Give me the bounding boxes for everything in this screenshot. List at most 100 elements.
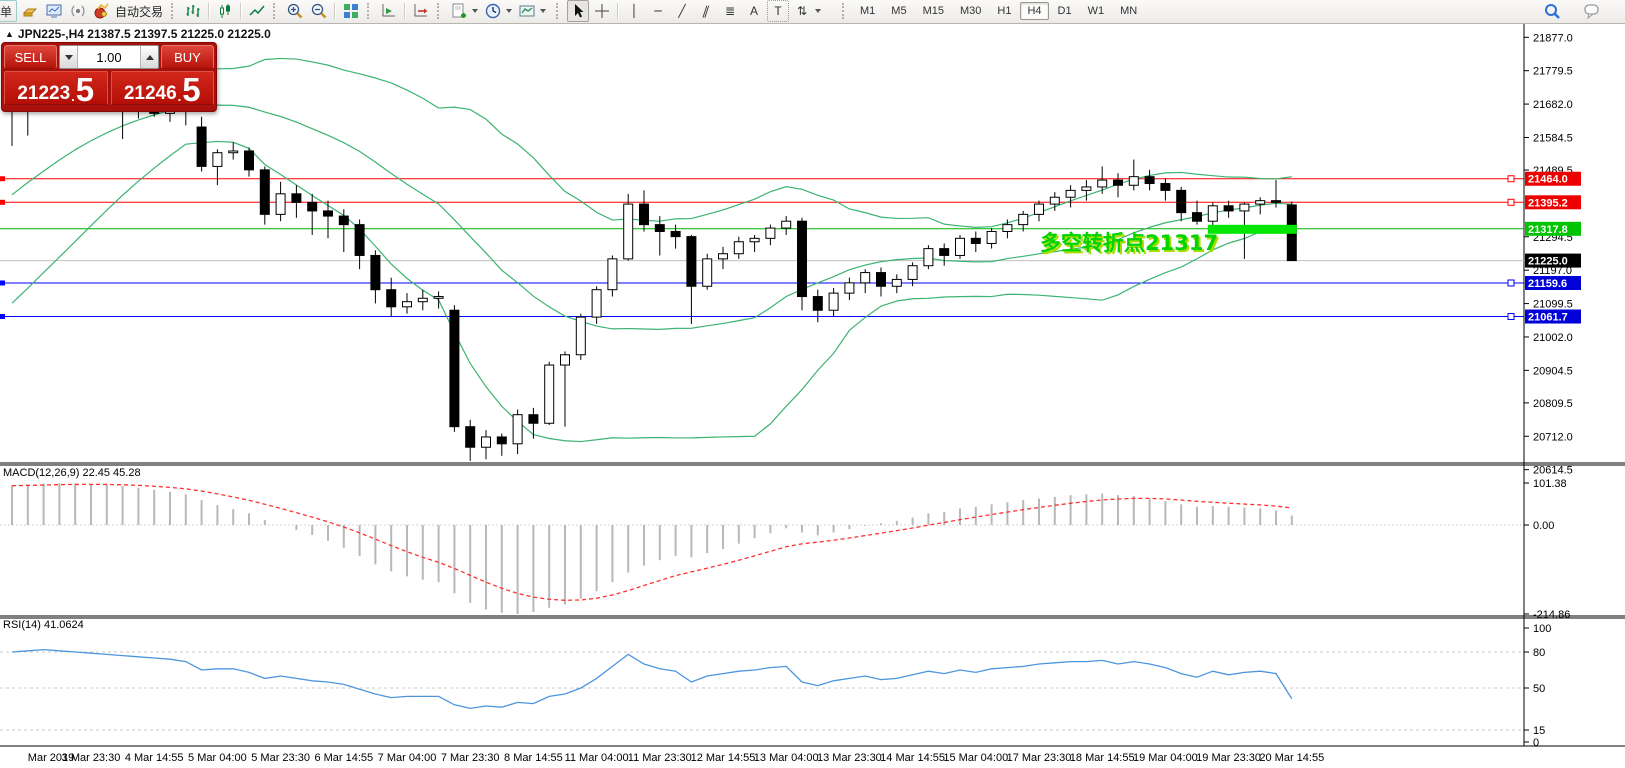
candle (276, 194, 285, 215)
chat-icon[interactable] (1582, 0, 1604, 22)
symbol-ohlc-text: JPN225-,H4 21387.5 21397.5 21225.0 21225… (18, 27, 271, 41)
candle (497, 437, 506, 444)
crosshair-tool-icon[interactable] (591, 0, 613, 22)
candle (766, 228, 775, 238)
time-axis-label: 15 Mar 04:00 (943, 752, 1008, 764)
gold-ingot-icon[interactable] (19, 0, 41, 22)
candle (1161, 184, 1170, 191)
one-click-trading-panel: SELL BUY 21223 . 5 21246 . 5 (1, 42, 217, 112)
signal-icon[interactable] (67, 0, 89, 22)
candle (245, 151, 254, 170)
template-dropdown-caret[interactable] (540, 9, 546, 13)
arrows-dropdown-caret[interactable] (815, 9, 821, 13)
candle (1066, 190, 1075, 197)
timeframe-w1[interactable]: W1 (1081, 2, 1112, 20)
search-icon[interactable] (1541, 0, 1563, 22)
sell-price-display[interactable]: 21223 . 5 (4, 71, 108, 105)
arrows-tool-icon[interactable]: ⇅ (791, 0, 813, 22)
candle (956, 238, 965, 255)
volume-decrease-button[interactable] (60, 46, 78, 68)
candle (1050, 197, 1059, 204)
vertical-line-tool-icon[interactable]: │ (623, 0, 645, 22)
candle (877, 273, 886, 287)
zoom-in-icon[interactable] (284, 0, 306, 22)
channel-tool-icon[interactable]: ∥ (691, 0, 720, 22)
candle (798, 221, 807, 296)
new-chart-icon[interactable] (448, 0, 470, 22)
sell-price-big-digit: 5 (76, 76, 94, 103)
candle (1129, 177, 1138, 186)
rsi-line (12, 650, 1292, 709)
time-axis-label: 5 Mar 04:00 (188, 752, 247, 764)
timeframe-h4[interactable]: H4 (1020, 2, 1048, 20)
sell-button[interactable]: SELL (4, 45, 57, 69)
buy-price-dot: . (178, 90, 182, 103)
timeframe-m15[interactable]: M15 (916, 2, 951, 20)
bar-chart-icon[interactable] (182, 0, 204, 22)
horizontal-line-tool-icon[interactable]: ─ (647, 0, 669, 22)
timeframe-m1[interactable]: M1 (853, 2, 882, 20)
time-axis[interactable]: Mar 20193 Mar 23:304 Mar 14:555 Mar 04:0… (28, 752, 1324, 764)
candle (719, 254, 728, 259)
label-tool-icon[interactable]: T (767, 0, 789, 22)
price-tick-label: 21877.0 (1533, 32, 1573, 44)
new-order-button[interactable]: 单 (0, 0, 17, 22)
tile-windows-icon[interactable] (340, 0, 362, 22)
svg-text:21061.7: 21061.7 (1528, 312, 1568, 324)
main-toolbar: 单 自动交易 (0, 0, 1625, 24)
timeframe-m5[interactable]: M5 (884, 2, 913, 20)
candle (750, 238, 759, 241)
timeframe-h1[interactable]: H1 (990, 2, 1018, 20)
trendline-tool-icon[interactable]: ╱ (671, 0, 693, 22)
candlestick-chart-icon[interactable] (214, 0, 236, 22)
candle (640, 204, 649, 225)
candle (924, 249, 933, 266)
chart-canvas[interactable]: 多空转折点21317多空转折点2131721877.021779.521682.… (0, 0, 1625, 768)
svg-text:50: 50 (1533, 683, 1545, 695)
auto-scroll-icon[interactable] (378, 0, 400, 22)
text-tool-icon[interactable]: A (743, 0, 765, 22)
candle (339, 216, 348, 225)
buy-button[interactable]: BUY (161, 45, 214, 69)
price-tick-label: 21584.5 (1533, 132, 1573, 144)
candle (513, 415, 522, 444)
zoom-out-icon[interactable] (308, 0, 330, 22)
autotrade-label[interactable]: 自动交易 (115, 3, 163, 20)
trend-highlight-bar (1208, 225, 1297, 234)
buy-price-display[interactable]: 21246 . 5 (111, 71, 215, 105)
template-icon[interactable] (516, 0, 538, 22)
timeframe-d1[interactable]: D1 (1051, 2, 1079, 20)
candle (1177, 190, 1186, 212)
new-chart-dropdown-caret[interactable] (472, 9, 478, 13)
terminal-icon[interactable] (43, 0, 65, 22)
volume-increase-button[interactable] (140, 46, 158, 68)
candle (403, 302, 412, 307)
timeframe-m30[interactable]: M30 (953, 2, 988, 20)
time-axis-label: 8 Mar 14:55 (504, 752, 563, 764)
candle (624, 204, 633, 259)
timeframe-group: M1M5M15M30H1H4D1W1MN (838, 0, 1145, 22)
candle (324, 211, 333, 216)
time-axis-label: 3 Mar 23:30 (62, 752, 121, 764)
symbol-info-line: ▲ JPN225-,H4 21387.5 21397.5 21225.0 212… (5, 27, 271, 41)
fibonacci-tool-icon[interactable]: ≣ (719, 0, 741, 22)
price-tick-label: 21099.5 (1533, 299, 1573, 311)
price-tick-label: 20614.5 (1533, 465, 1573, 477)
candle (466, 427, 475, 448)
candle (861, 273, 870, 283)
candle (197, 127, 206, 166)
svg-text:0: 0 (1533, 737, 1539, 749)
price-tick-label: 20809.5 (1533, 398, 1573, 410)
price-scale[interactable]: 21877.021779.521682.021584.521489.521294… (1524, 32, 1581, 476)
candle (418, 298, 427, 301)
chart-shift-icon[interactable] (410, 0, 432, 22)
line-chart-icon[interactable] (246, 0, 268, 22)
svg-text:-214.86: -214.86 (1533, 609, 1570, 621)
candle (371, 255, 380, 289)
volume-input[interactable] (78, 46, 140, 68)
cursor-tool-icon[interactable] (567, 0, 589, 22)
timeframe-mn[interactable]: MN (1113, 2, 1144, 20)
periods-dropdown-caret[interactable] (506, 9, 512, 13)
periods-clock-icon[interactable] (482, 0, 504, 22)
autotrade-icon[interactable] (91, 0, 113, 22)
